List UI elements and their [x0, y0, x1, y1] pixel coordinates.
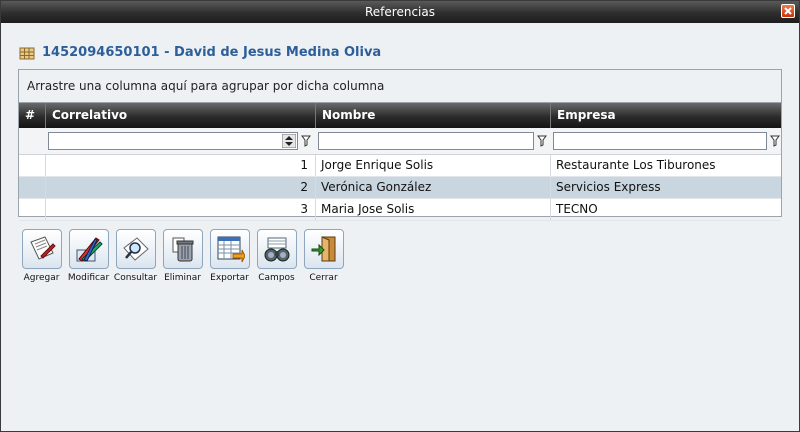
- cell-correlativo: 1: [46, 155, 316, 176]
- table-row[interactable]: 1 Jorge Enrique Solis Restaurante Los Ti…: [19, 155, 781, 177]
- delete-button[interactable]: [162, 229, 203, 269]
- export-button[interactable]: [209, 229, 250, 269]
- consult-label: Consultar: [113, 273, 158, 283]
- consult-button[interactable]: [115, 229, 156, 269]
- exit-door-icon: [311, 236, 335, 262]
- modify-label: Modificar: [67, 273, 110, 283]
- column-header-correlativo[interactable]: Correlativo: [46, 103, 316, 128]
- add-button[interactable]: [21, 229, 62, 269]
- trash-icon: [172, 237, 193, 262]
- cell-nombre: Maria Jose Solis: [316, 199, 551, 220]
- column-header-index[interactable]: #: [19, 103, 46, 128]
- empresa-filter-input[interactable]: [553, 132, 767, 150]
- row-indicator: [19, 199, 46, 220]
- consult-tool: Consultar: [112, 229, 159, 283]
- cell-empresa: Restaurante Los Tiburones: [556, 158, 716, 172]
- table-row-selected[interactable]: 2 Verónica González Servicios Express: [19, 177, 781, 199]
- close-label: Cerrar: [309, 273, 338, 283]
- spinner-icon[interactable]: [282, 134, 296, 148]
- filter-row: [19, 128, 781, 155]
- cell-empresa: TECNO: [556, 202, 598, 216]
- filter-cell-nombre: [316, 128, 551, 154]
- cell-empresa: Servicios Express: [556, 180, 661, 194]
- column-header-empresa[interactable]: Empresa: [551, 103, 781, 128]
- binoculars-icon: [264, 237, 289, 262]
- window-title: Referencias: [365, 5, 435, 19]
- close-icon: [784, 7, 792, 15]
- close-tool: Cerrar: [300, 229, 347, 283]
- exit-button[interactable]: [303, 229, 344, 269]
- action-toolbar: Agregar Modificar Consultar Eliminar Exp…: [18, 229, 347, 283]
- delete-label: Eliminar: [164, 273, 201, 283]
- fields-label: Campos: [258, 273, 295, 283]
- modify-tool: Modificar: [65, 229, 112, 283]
- cell-nombre: Jorge Enrique Solis: [316, 155, 551, 176]
- grid-table-icon: [19, 47, 35, 59]
- cell-correlativo: 3: [46, 199, 316, 220]
- filter-funnel-icon[interactable]: [770, 135, 780, 147]
- row-indicator: [19, 155, 46, 176]
- close-button[interactable]: [781, 4, 795, 18]
- modify-button[interactable]: [68, 229, 109, 269]
- filter-cell-correlativo: [46, 128, 316, 154]
- filter-funnel-icon[interactable]: [537, 135, 547, 147]
- export-spreadsheet-icon: [217, 236, 245, 263]
- filter-cell-empresa: [551, 128, 781, 154]
- export-label: Exportar: [210, 273, 249, 283]
- group-by-panel[interactable]: Arrastre una columna aquí para agrupar p…: [19, 70, 781, 103]
- title-bar: Referencias: [1, 1, 799, 23]
- export-tool: Exportar: [206, 229, 253, 283]
- search-document-icon: [122, 237, 149, 261]
- column-header-row: # Correlativo Nombre Empresa: [19, 103, 781, 128]
- column-header-nombre[interactable]: Nombre: [316, 103, 551, 128]
- row-indicator: [19, 177, 46, 198]
- delete-tool: Eliminar: [159, 229, 206, 283]
- correlativo-filter-input[interactable]: [48, 132, 298, 150]
- record-header: 1452094650101 - David de Jesus Medina Ol…: [19, 45, 381, 60]
- add-tool: Agregar: [18, 229, 65, 283]
- fields-tool: Campos: [253, 229, 300, 283]
- add-label: Agregar: [23, 273, 60, 283]
- references-grid: Arrastre una columna aquí para agrupar p…: [18, 69, 782, 221]
- table-row[interactable]: 3 Maria Jose Solis TECNO: [19, 199, 781, 221]
- record-title: 1452094650101 - David de Jesus Medina Ol…: [42, 45, 382, 60]
- filter-cell-index: [19, 128, 46, 154]
- cell-nombre: Verónica González: [316, 177, 551, 198]
- filter-funnel-icon[interactable]: [301, 135, 311, 147]
- edit-pencils-icon: [76, 237, 103, 262]
- cell-correlativo: 2: [46, 177, 316, 198]
- nombre-filter-input[interactable]: [318, 132, 534, 150]
- references-window: Referencias 1452094650101 - David de Jes…: [0, 0, 800, 432]
- fields-button[interactable]: [256, 229, 297, 269]
- add-document-icon: [29, 236, 56, 260]
